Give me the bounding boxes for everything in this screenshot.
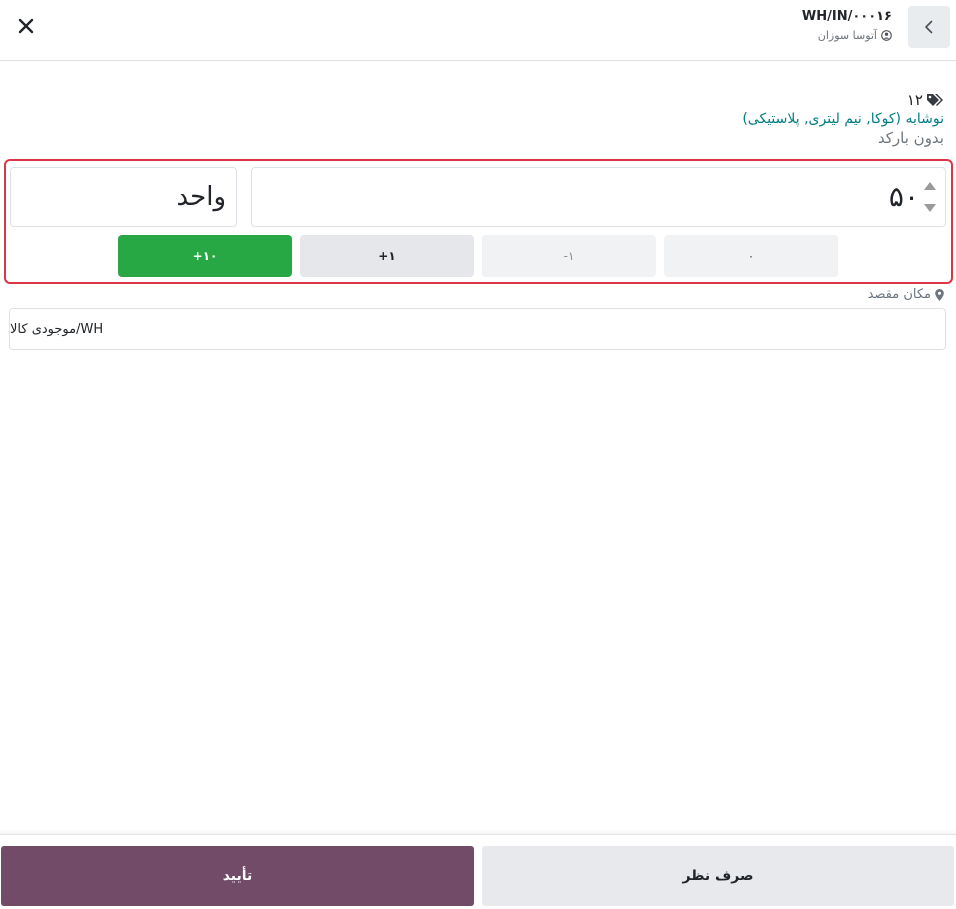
product-info: ۱۲ نوشابه (کوکا, نیم لیتری, پلاستیکی) بد…: [742, 91, 944, 147]
product-quantity-line: ۱۲: [742, 91, 944, 109]
user-circle-icon: [881, 30, 892, 41]
quantity-spinner[interactable]: [923, 182, 937, 212]
set-zero-button[interactable]: ۰: [664, 235, 838, 277]
responsible-user: آتوسا سوزان: [802, 29, 892, 42]
chevron-left-icon: [925, 20, 933, 34]
header-info: WH/IN/۰۰۰۱۶ آتوسا سوزان: [802, 8, 892, 42]
product-name: نوشابه (کوکا, نیم لیتری, پلاستیکی): [742, 111, 944, 127]
destination-label: مکان مقصد: [868, 287, 944, 302]
back-button[interactable]: [908, 6, 950, 48]
spinner-down-icon[interactable]: [924, 204, 936, 212]
destination-field[interactable]: WH/موجودی کالا: [9, 308, 946, 350]
close-button[interactable]: [12, 12, 40, 40]
uom-field[interactable]: واحد: [10, 167, 237, 227]
quantity-input[interactable]: ۵۰: [251, 167, 946, 227]
spinner-up-icon[interactable]: [924, 182, 936, 190]
destination-label-text: مکان مقصد: [867, 287, 931, 302]
responsible-name: آتوسا سوزان: [817, 29, 877, 42]
product-quantity: ۱۲: [906, 91, 923, 109]
header-bar: WH/IN/۰۰۰۱۶ آتوسا سوزان: [0, 0, 956, 61]
document-reference: WH/IN/۰۰۰۱۶: [801, 9, 892, 24]
quantity-value: ۵۰: [888, 180, 919, 213]
tags-icon: [927, 94, 943, 106]
close-icon: [18, 18, 34, 34]
plus-one-button[interactable]: +۱: [300, 235, 474, 277]
minus-one-button[interactable]: -۱: [482, 235, 656, 277]
footer-bar: تأیید صرف نظر: [0, 834, 956, 909]
plus-ten-button[interactable]: +۱۰: [118, 235, 292, 277]
map-marker-icon: [935, 288, 944, 301]
barcode-status: بدون بارکد: [877, 129, 944, 147]
discard-button[interactable]: صرف نظر: [482, 846, 954, 906]
quantity-editor: واحد ۵۰ ۰ -۱ +۱ +۱۰: [4, 159, 953, 284]
confirm-button[interactable]: تأیید: [1, 846, 474, 906]
